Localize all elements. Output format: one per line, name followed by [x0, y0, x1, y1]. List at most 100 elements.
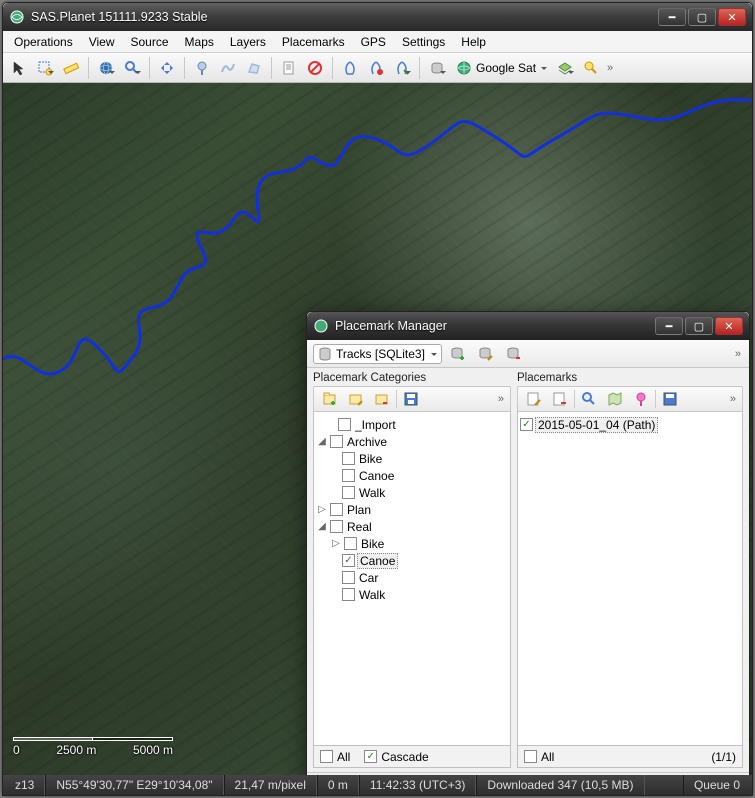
database-label: Tracks [SQLite3]: [336, 347, 425, 361]
all-categories-checkbox[interactable]: [320, 750, 333, 763]
placemarks-count: (1/1): [711, 750, 736, 764]
tree-node-real[interactable]: Real: [345, 520, 374, 534]
menu-help[interactable]: Help: [454, 33, 493, 51]
toolbar-overflow[interactable]: »: [605, 62, 615, 74]
pm-minimize-button[interactable]: ━: [655, 317, 683, 335]
maximize-button[interactable]: ▢: [688, 8, 716, 26]
tree-node-canoe[interactable]: Canoe: [357, 469, 396, 483]
cascade-checkbox[interactable]: ✓: [364, 750, 377, 763]
mark-goto-button[interactable]: [577, 387, 601, 411]
gps-track-tool[interactable]: [364, 56, 388, 80]
pm-body: Placemark Categories » _Import ◢Archive …: [307, 368, 749, 772]
database-selector[interactable]: Tracks [SQLite3]: [313, 344, 442, 364]
tree-twisty[interactable]: ▷: [316, 504, 328, 515]
pm-titlebar[interactable]: Placemark Manager ━ ▢ ✕: [307, 312, 749, 340]
status-time: 11:42:33 (UTC+3): [359, 775, 477, 795]
db-add-button[interactable]: [446, 342, 470, 366]
cat-toolbar-overflow[interactable]: »: [496, 393, 506, 405]
download-tool[interactable]: [425, 56, 449, 80]
tree-node-real-canoe[interactable]: Canoe: [357, 553, 398, 569]
zoom-extents-tool[interactable]: [579, 56, 603, 80]
pm-title: Placemark Manager: [335, 319, 655, 333]
categories-column: Placemark Categories » _Import ◢Archive …: [313, 370, 511, 768]
cat-edit-button[interactable]: [344, 387, 368, 411]
db-edit-button[interactable]: [474, 342, 498, 366]
cat-add-button[interactable]: [318, 387, 342, 411]
gps-center-tool[interactable]: [390, 56, 414, 80]
placemark-poly-tool[interactable]: [242, 56, 266, 80]
layer-overlay-tool[interactable]: [553, 56, 577, 80]
pm-bottom-panel: Показывать только указанные метки Показы…: [307, 772, 749, 775]
placemark-point-tool[interactable]: [190, 56, 214, 80]
map-viewport[interactable]: 0 2500 m 5000 m Placemark Manager ━ ▢ ✕ …: [3, 83, 752, 775]
app-icon: [9, 9, 25, 25]
tree-node-archive[interactable]: Archive: [345, 435, 389, 449]
map-provider-dropdown[interactable]: Google Sat: [451, 56, 551, 80]
placemark-item[interactable]: 2015-05-01_04 (Path): [535, 417, 658, 433]
tree-twisty[interactable]: ◢: [316, 521, 328, 532]
db-delete-button[interactable]: [502, 342, 526, 366]
tree-node-import[interactable]: _Import: [353, 418, 398, 432]
gps-connect-tool[interactable]: [338, 56, 362, 80]
tree-node-plan[interactable]: Plan: [345, 503, 373, 517]
pm-close-button[interactable]: ✕: [715, 317, 743, 335]
status-zoom: z13: [5, 775, 45, 795]
menu-maps[interactable]: Maps: [178, 33, 221, 51]
placemarks-toolbar: »: [517, 386, 743, 412]
map-provider-label: Google Sat: [476, 61, 536, 75]
categories-tree[interactable]: _Import ◢ Archive Bike Canoe Walk ▷ Plan ◢…: [313, 412, 511, 746]
menu-source[interactable]: Source: [124, 33, 176, 51]
categories-footer: All ✓Cascade: [313, 746, 511, 768]
menubar: Operations View Source Maps Layers Place…: [3, 31, 752, 53]
mark-save-button[interactable]: [658, 387, 682, 411]
placemark-path-tool[interactable]: [216, 56, 240, 80]
tree-node-bike[interactable]: Bike: [357, 452, 384, 466]
mark-delete-button[interactable]: [548, 387, 572, 411]
select-tool[interactable]: [33, 56, 57, 80]
scale-mid: 2500 m: [56, 743, 96, 757]
globe-icon: [456, 60, 472, 76]
pm-maximize-button[interactable]: ▢: [685, 317, 713, 335]
tree-node-walk[interactable]: Walk: [357, 486, 387, 500]
mark-placemark-button[interactable]: [629, 387, 653, 411]
menu-placemarks[interactable]: Placemarks: [275, 33, 352, 51]
minimize-button[interactable]: ━: [658, 8, 686, 26]
doc-tool[interactable]: [277, 56, 301, 80]
status-coords: N55°49'30,77" E29°10'34,08": [45, 775, 223, 795]
status-bar: z13 N55°49'30,77" E29°10'34,08" 21,47 m/…: [3, 775, 752, 795]
cat-delete-button[interactable]: [370, 387, 394, 411]
tree-node-real-walk[interactable]: Walk: [357, 588, 387, 602]
menu-view[interactable]: View: [82, 33, 122, 51]
status-mpp: 21,47 m/pixel: [224, 775, 317, 795]
globe-tool[interactable]: [94, 56, 118, 80]
pointer-tool[interactable]: [7, 56, 31, 80]
scale-right: 5000 m: [133, 743, 173, 757]
placemarks-column: Placemarks » ✓2015-05-01_04 (Path): [517, 370, 743, 768]
tree-node-real-car[interactable]: Car: [357, 571, 380, 585]
pm-toolbar-overflow[interactable]: »: [733, 348, 743, 360]
mark-edit-button[interactable]: [522, 387, 546, 411]
placemarks-toolbar-overflow[interactable]: »: [728, 393, 738, 405]
placemark-manager-window: Placemark Manager ━ ▢ ✕ Tracks [SQLite3]…: [306, 311, 750, 775]
menu-layers[interactable]: Layers: [223, 33, 273, 51]
close-button[interactable]: ✕: [718, 8, 746, 26]
stop-tool[interactable]: [303, 56, 327, 80]
main-titlebar[interactable]: SAS.Planet 151111.9233 Stable ━ ▢ ✕: [3, 3, 752, 31]
placemarks-list[interactable]: ✓2015-05-01_04 (Path): [517, 412, 743, 746]
checkbox-checked[interactable]: ✓: [342, 554, 355, 567]
cat-save-button[interactable]: [399, 387, 423, 411]
mark-map-button[interactable]: [603, 387, 627, 411]
toolbar-separator: [88, 57, 89, 79]
tree-twisty[interactable]: ▷: [330, 538, 342, 549]
menu-settings[interactable]: Settings: [395, 33, 452, 51]
menu-operations[interactable]: Operations: [7, 33, 80, 51]
all-placemarks-checkbox[interactable]: [524, 750, 537, 763]
ruler-tool[interactable]: [59, 56, 83, 80]
menu-gps[interactable]: GPS: [354, 33, 393, 51]
zoom-tool[interactable]: [120, 56, 144, 80]
checkbox-checked[interactable]: ✓: [520, 418, 533, 431]
tree-node-real-bike[interactable]: Bike: [359, 537, 386, 551]
tree-twisty[interactable]: ◢: [316, 436, 328, 447]
fullscreen-tool[interactable]: [155, 56, 179, 80]
toolbar-separator: [184, 57, 185, 79]
